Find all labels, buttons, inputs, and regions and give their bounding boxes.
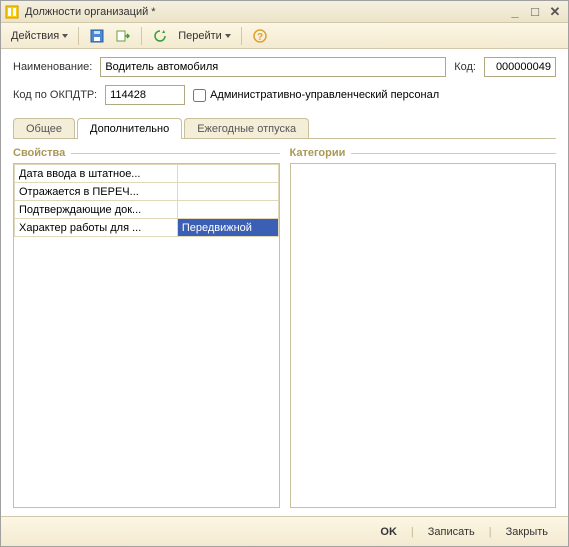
prop-value[interactable]: Передвижной	[177, 219, 278, 237]
actions-menu[interactable]: Действия	[7, 28, 72, 44]
properties-list[interactable]: Дата ввода в штатное... Отражается в ПЕР…	[13, 163, 280, 508]
name-row: Наименование: Код:	[13, 57, 556, 77]
prop-name: Характер работы для ...	[15, 219, 178, 237]
code-input[interactable]	[484, 57, 556, 77]
categories-title: Категории	[290, 147, 557, 159]
tabs: Общее Дополнительно Ежегодные отпуска	[13, 117, 556, 139]
code-label: Код:	[454, 61, 476, 73]
table-row[interactable]: Подтверждающие док...	[15, 201, 279, 219]
close-button[interactable]: ✕	[546, 4, 564, 20]
prop-value[interactable]	[177, 165, 278, 183]
footer-separator: |	[411, 526, 414, 538]
properties-group: Свойства Дата ввода в штатное... Отражае…	[13, 147, 280, 508]
prop-name: Подтверждающие док...	[15, 201, 178, 219]
tab-label: Ежегодные отпуска	[197, 123, 296, 135]
admin-checkbox-wrap[interactable]: Административно-управленческий персонал	[193, 89, 439, 102]
toolbar-separator	[241, 27, 242, 45]
footer: OK | Записать | Закрыть	[1, 516, 568, 546]
dialog-window: Должности организаций * _ □ ✕ Действия	[0, 0, 569, 547]
goto-menu[interactable]: Перейти	[174, 28, 235, 44]
toolbar-separator	[141, 27, 142, 45]
footer-close-button[interactable]: Закрыть	[496, 524, 558, 540]
toolbar: Действия Перейти ?	[1, 23, 568, 49]
prop-name: Отражается в ПЕРЕЧ...	[15, 183, 178, 201]
name-input[interactable]	[100, 57, 446, 77]
admin-checkbox-label: Административно-управленческий персонал	[210, 89, 439, 101]
okpdtr-row: Код по ОКПДТР: Административно-управленч…	[13, 85, 556, 105]
dropdown-caret-icon	[62, 34, 68, 38]
prop-name: Дата ввода в штатное...	[15, 165, 178, 183]
table-row[interactable]: Отражается в ПЕРЕЧ...	[15, 183, 279, 201]
write-button[interactable]: Записать	[418, 524, 485, 540]
properties-table: Дата ввода в штатное... Отражается в ПЕР…	[14, 164, 279, 237]
app-icon	[5, 5, 19, 19]
categories-list[interactable]	[290, 163, 557, 508]
help-icon: ?	[252, 28, 268, 44]
prop-value[interactable]	[177, 183, 278, 201]
copy-toolbar-button[interactable]	[111, 26, 135, 46]
floppy-save-icon	[89, 28, 105, 44]
categories-group: Категории	[290, 147, 557, 508]
refresh-icon	[152, 28, 168, 44]
actions-label: Действия	[11, 30, 59, 42]
name-label: Наименование:	[13, 61, 92, 73]
okpdtr-label: Код по ОКПДТР:	[13, 89, 97, 101]
window-title: Должности организаций *	[25, 6, 500, 18]
tab-additional[interactable]: Дополнительно	[77, 118, 182, 139]
tab-vacations[interactable]: Ежегодные отпуска	[184, 118, 309, 138]
tab-body: Свойства Дата ввода в штатное... Отражае…	[13, 147, 556, 508]
ok-button[interactable]: OK	[370, 524, 407, 540]
svg-text:?: ?	[257, 32, 263, 43]
minimize-button[interactable]: _	[506, 4, 524, 20]
tab-general[interactable]: Общее	[13, 118, 75, 138]
tab-label: Общее	[26, 123, 62, 135]
copy-next-icon	[115, 28, 131, 44]
save-toolbar-button[interactable]	[85, 26, 109, 46]
properties-title: Свойства	[13, 147, 280, 159]
goto-label: Перейти	[178, 30, 222, 42]
titlebar[interactable]: Должности организаций * _ □ ✕	[1, 1, 568, 23]
okpdtr-input[interactable]	[105, 85, 185, 105]
prop-value[interactable]	[177, 201, 278, 219]
admin-checkbox[interactable]	[193, 89, 206, 102]
maximize-button[interactable]: □	[526, 4, 544, 20]
table-row[interactable]: Дата ввода в штатное...	[15, 165, 279, 183]
table-row[interactable]: Характер работы для ... Передвижной	[15, 219, 279, 237]
footer-separator: |	[489, 526, 492, 538]
tab-label: Дополнительно	[90, 123, 169, 135]
refresh-toolbar-button[interactable]	[148, 26, 172, 46]
form-content: Наименование: Код: Код по ОКПДТР: Админи…	[1, 49, 568, 516]
toolbar-separator	[78, 27, 79, 45]
dropdown-caret-icon	[225, 34, 231, 38]
help-toolbar-button[interactable]: ?	[248, 26, 272, 46]
